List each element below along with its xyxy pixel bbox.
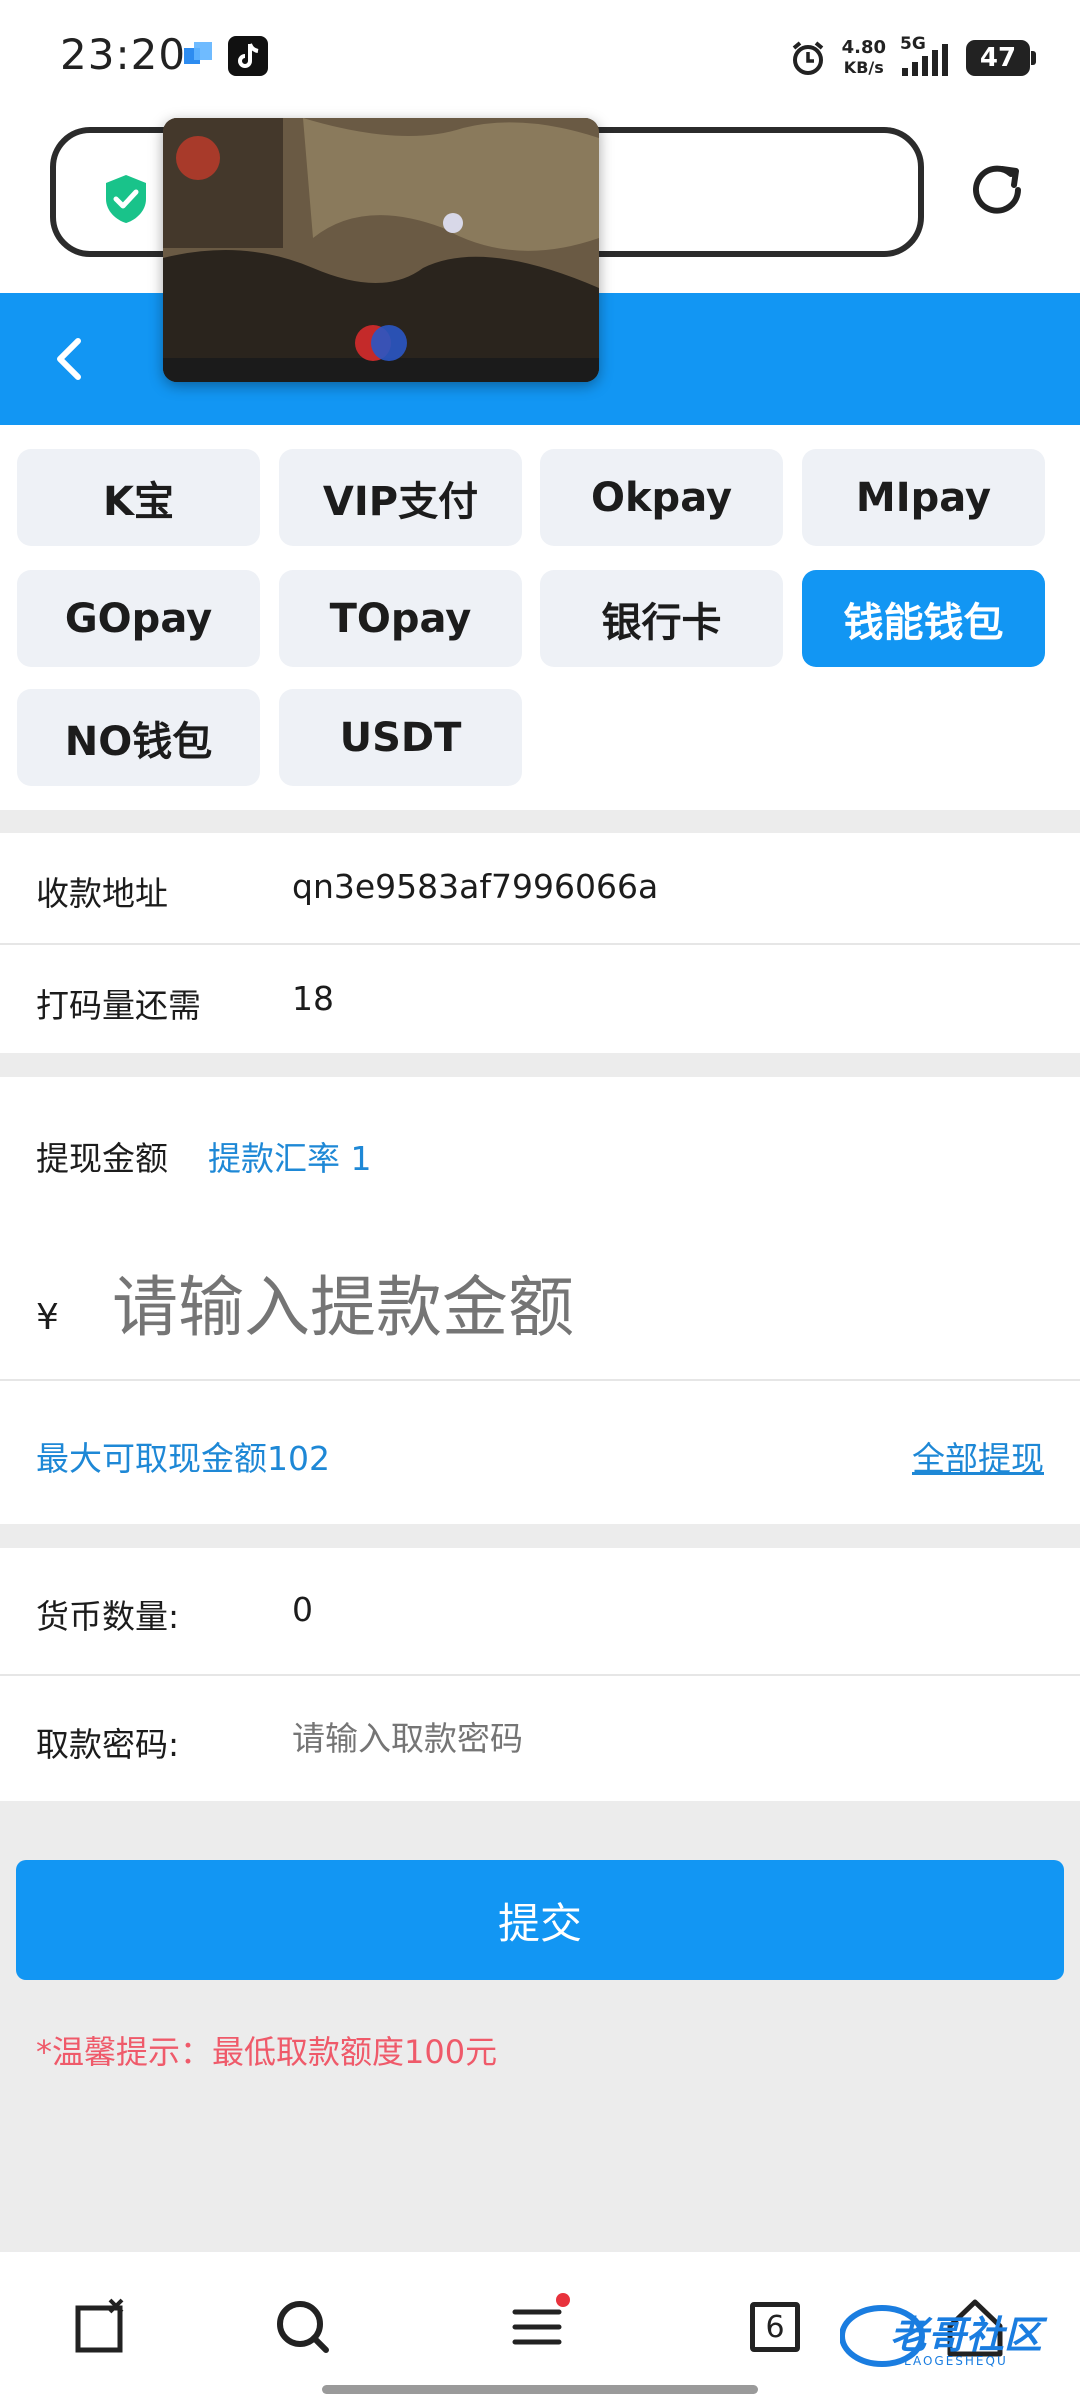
- search-icon[interactable]: [268, 2292, 338, 2362]
- divider: [0, 943, 1080, 945]
- signal-icon: 5G: [900, 34, 952, 78]
- back-icon[interactable]: [40, 329, 100, 389]
- withdraw-section: 提现金额 提款汇率 1 ¥ 最大可取现金额102 全部提现: [0, 1077, 1080, 1524]
- game-video-frame: [163, 118, 599, 382]
- home-indicator[interactable]: [322, 2385, 758, 2394]
- address-section: 收款地址 qn3e9583af7996066a 打码量还需 18: [0, 833, 1080, 1053]
- coin-value: 0: [292, 1590, 313, 1629]
- password-label: 取款密码:: [36, 1725, 180, 1764]
- payment-method-button[interactable]: NO钱包: [17, 689, 260, 786]
- watermark-logo: 老哥社区 LAOGESHEQU: [839, 2298, 1070, 2374]
- wager-value: 18: [292, 979, 334, 1018]
- status-bar: 23:20 4.80 KB/s 5G 47: [0, 0, 1080, 115]
- payment-method-button[interactable]: K宝: [17, 449, 260, 546]
- payment-method-grid: K宝 VIP支付 Okpay MIpay GOpay TOpay 银行卡 钱能钱包 NO钱包 US…: [0, 425, 1080, 810]
- max-amount-text: 最大可取现金额102: [36, 1439, 330, 1478]
- battery-indicator: 47: [966, 40, 1036, 76]
- menu-icon[interactable]: [505, 2292, 575, 2362]
- watermark-sub: LAOGESHEQU: [904, 2354, 1008, 2368]
- address-value: qn3e9583af7996066a: [292, 867, 659, 906]
- payment-method-button[interactable]: GOpay: [17, 570, 260, 667]
- coin-label: 货币数量:: [36, 1597, 180, 1636]
- payment-method-button[interactable]: USDT: [279, 689, 522, 786]
- net-speed-value: 4.80: [841, 37, 886, 58]
- divider: [0, 1674, 1080, 1676]
- payment-method-button[interactable]: MIpay: [802, 449, 1045, 546]
- divider: [0, 1379, 1080, 1381]
- net-speed: 4.80 KB/s: [842, 38, 886, 78]
- status-indicators: 4.80 KB/s 5G 47: [788, 30, 1036, 86]
- app-notification-icon: [180, 36, 220, 76]
- payment-method-button[interactable]: VIP支付: [279, 449, 522, 546]
- submit-button[interactable]: 提交: [16, 1860, 1064, 1980]
- payment-method-button[interactable]: TOpay: [279, 570, 522, 667]
- status-time: 23:20: [60, 30, 187, 79]
- tiktok-icon: [228, 36, 268, 76]
- address-label: 收款地址: [36, 874, 168, 913]
- rate-label: 提款汇率 1: [208, 1139, 372, 1178]
- wager-label: 打码量还需: [36, 986, 201, 1025]
- tab-count: 6: [750, 2302, 800, 2352]
- withdraw-all-link[interactable]: 全部提现: [912, 1432, 1044, 1480]
- watermark-text: 老哥社区: [890, 2313, 1043, 2357]
- minimum-tip: *温馨提示：最低取款额度100元: [36, 2033, 498, 2071]
- close-tab-icon[interactable]: [66, 2292, 136, 2362]
- shield-check-icon: [106, 175, 146, 223]
- password-input[interactable]: [292, 1708, 1032, 1768]
- payment-method-button[interactable]: 钱能钱包: [802, 570, 1045, 667]
- amount-label: 提现金额: [36, 1139, 168, 1178]
- refresh-icon[interactable]: [962, 155, 1032, 225]
- payment-method-button[interactable]: Okpay: [540, 449, 783, 546]
- tabs-button[interactable]: 6: [740, 2292, 810, 2362]
- amount-input[interactable]: [112, 1257, 1012, 1357]
- form-section: 货币数量: 0 取款密码:: [0, 1548, 1080, 1801]
- currency-symbol: ¥: [36, 1297, 59, 1338]
- net-speed-unit: KB/s: [843, 58, 884, 77]
- picture-in-picture-video[interactable]: [163, 118, 599, 382]
- alarm-icon: [792, 41, 823, 75]
- payment-method-button[interactable]: 银行卡: [540, 570, 783, 667]
